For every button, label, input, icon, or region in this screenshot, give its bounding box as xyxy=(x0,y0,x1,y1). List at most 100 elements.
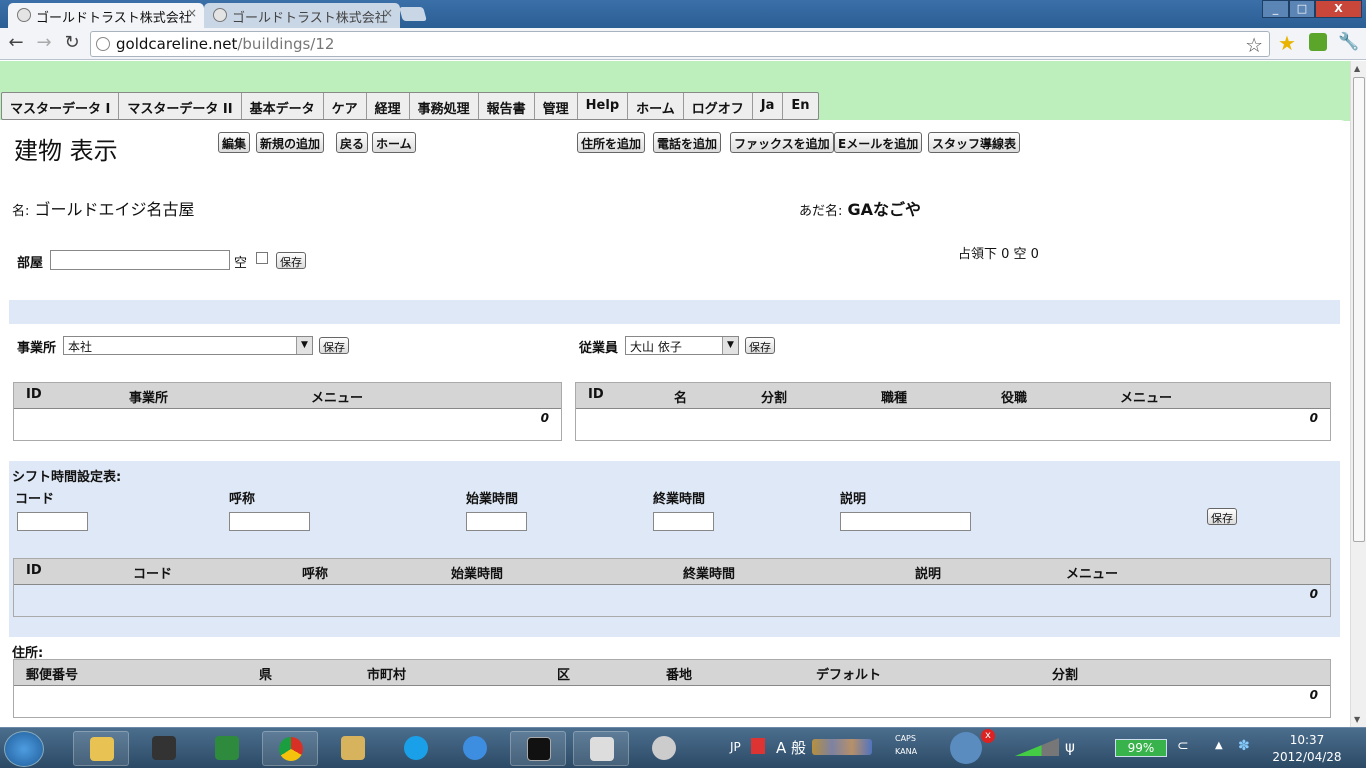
excel-icon xyxy=(215,736,239,760)
favorite-star-icon[interactable]: ★ xyxy=(1278,31,1296,55)
menu-item-admin[interactable]: 管理 xyxy=(535,93,578,119)
add-email-button[interactable]: Eメールを追加 xyxy=(834,132,923,153)
office-save-button[interactable]: 保存 xyxy=(319,337,349,354)
employee-select[interactable]: 大山 依子 ▼ xyxy=(625,336,739,355)
menu-item-master-data-1[interactable]: マスターデータ I xyxy=(2,93,120,119)
shift-save-button[interactable]: 保存 xyxy=(1207,508,1237,525)
ime-icon[interactable] xyxy=(751,738,765,754)
network-app-icon[interactable] xyxy=(950,732,982,764)
menu-item-office-work[interactable]: 事務処理 xyxy=(410,93,479,119)
add-new-button[interactable]: 新規の追加 xyxy=(256,132,325,153)
extension-icon[interactable] xyxy=(1309,33,1327,51)
vertical-scrollbar[interactable]: ▲ ▼ xyxy=(1350,61,1366,727)
row-count: 0 xyxy=(1309,688,1318,702)
menu-item-en[interactable]: En xyxy=(783,93,817,119)
home-button[interactable]: ホーム xyxy=(372,132,416,153)
menu-item-reports[interactable]: 報告書 xyxy=(479,93,535,119)
start-button[interactable] xyxy=(4,731,44,767)
shift-title: シフト時間設定表: xyxy=(12,470,122,485)
taskbar-laptop[interactable] xyxy=(136,731,192,766)
menu-item-accounting[interactable]: 経理 xyxy=(367,93,410,119)
scroll-down-icon[interactable]: ▼ xyxy=(1354,715,1360,724)
column-header: メニュー xyxy=(1066,567,1119,582)
menu-item-basic-data[interactable]: 基本データ xyxy=(242,93,324,119)
employee-select-value: 大山 依子 xyxy=(630,340,682,354)
clock[interactable]: 10:37 2012/04/28 xyxy=(1272,732,1342,766)
column-header: 区 xyxy=(557,668,571,683)
scroll-up-icon[interactable]: ▲ xyxy=(1354,64,1360,73)
room-label: 部屋 xyxy=(17,256,44,271)
plug-icon[interactable]: ⊂ xyxy=(1177,738,1189,754)
add-phone-button[interactable]: 電話を追加 xyxy=(653,132,722,153)
menu-item-care[interactable]: ケア xyxy=(324,93,367,119)
wrench-icon[interactable]: 🔧 xyxy=(1338,32,1359,52)
building-name: 名: ゴールドエイジ名古屋 xyxy=(12,196,195,220)
minimize-button[interactable]: _ xyxy=(1262,0,1289,18)
employee-save-button[interactable]: 保存 xyxy=(745,337,775,354)
tab-title: ゴールドトラスト株式会社 xyxy=(36,11,192,26)
empty-checkbox[interactable] xyxy=(256,252,268,264)
taskbar-cmd[interactable] xyxy=(510,731,566,766)
taskbar-ie[interactable] xyxy=(447,731,503,766)
show-hidden-icons[interactable]: ▲ xyxy=(1215,740,1223,751)
dropbox-icon[interactable]: ✽ xyxy=(1238,738,1250,754)
tab-inactive[interactable]: ゴールドトラスト株式会社 × xyxy=(204,3,400,28)
menu-item-master-data-2[interactable]: マスターデータ II xyxy=(119,93,242,119)
menu-item-logoff[interactable]: ログオフ xyxy=(684,93,753,119)
ime-mode[interactable]: A 般 xyxy=(776,737,806,758)
taskbar-skype[interactable] xyxy=(388,731,444,766)
column-header: コード xyxy=(133,567,173,582)
shift-name-input[interactable] xyxy=(229,512,310,531)
shift-code-input[interactable] xyxy=(17,512,88,531)
shift-start-input[interactable] xyxy=(466,512,527,531)
menu-item-ja[interactable]: Ja xyxy=(753,93,784,119)
ime-toolbar-icons[interactable] xyxy=(812,739,872,755)
taskbar-app[interactable] xyxy=(573,731,629,766)
shift-desc-input[interactable] xyxy=(840,512,971,531)
taskbar-tool[interactable] xyxy=(325,731,381,766)
chevron-down-icon: ▼ xyxy=(296,337,312,354)
browser-toolbar: ← → ↻ goldcareline.net/buildings/12 ☆ ★ … xyxy=(0,28,1366,60)
address-bar[interactable]: goldcareline.net/buildings/12 ☆ xyxy=(90,31,1270,57)
column-header: ID xyxy=(26,563,42,578)
add-address-button[interactable]: 住所を追加 xyxy=(577,132,646,153)
language-indicator[interactable]: JP xyxy=(730,740,741,754)
tab-active[interactable]: ゴールドトラスト株式会社 × xyxy=(8,3,204,28)
signal-icon[interactable] xyxy=(1015,738,1059,756)
column-header: 名 xyxy=(674,391,688,406)
office-label: 事業所 xyxy=(17,341,57,356)
office-select[interactable]: 本社 ▼ xyxy=(63,336,313,355)
column-header: 始業時間 xyxy=(451,567,504,582)
reload-button[interactable]: ↻ xyxy=(61,33,83,55)
row-count: 0 xyxy=(1309,411,1318,425)
forward-button[interactable]: → xyxy=(33,33,55,55)
menu-item-help[interactable]: Help xyxy=(578,93,629,119)
shift-end-input[interactable] xyxy=(653,512,714,531)
edit-button[interactable]: 編集 xyxy=(218,132,251,153)
add-fax-button[interactable]: ファックスを追加 xyxy=(730,132,834,153)
back-button[interactable]: ← xyxy=(5,33,27,55)
bookmark-star-icon[interactable]: ☆ xyxy=(1245,33,1263,57)
back-link-button[interactable]: 戻る xyxy=(336,132,369,153)
document-icon xyxy=(590,737,614,761)
taskbar-chrome[interactable] xyxy=(262,731,318,766)
maximize-button[interactable]: □ xyxy=(1289,0,1315,18)
tab-close-icon[interactable]: × xyxy=(187,6,197,20)
taskbar-excel[interactable] xyxy=(199,731,255,766)
new-tab-button[interactable] xyxy=(399,7,427,21)
room-save-button[interactable]: 保存 xyxy=(276,252,306,269)
column-header: 終業時間 xyxy=(683,567,736,582)
scrollbar-thumb[interactable] xyxy=(1353,77,1365,542)
window-close-button[interactable]: X xyxy=(1315,0,1362,18)
menu-item-home[interactable]: ホーム xyxy=(628,93,684,119)
battery-indicator[interactable]: 99% xyxy=(1115,739,1167,757)
building-name-value: ゴールドエイジ名古屋 xyxy=(34,200,195,219)
antenna-icon[interactable]: ψ xyxy=(1065,738,1075,756)
taskbar-explorer[interactable] xyxy=(73,731,129,766)
tab-close-icon[interactable]: × xyxy=(383,6,393,20)
room-input[interactable] xyxy=(50,250,230,270)
staff-flow-button[interactable]: スタッフ導線表 xyxy=(928,132,1021,153)
taskbar-dvd[interactable] xyxy=(636,731,692,766)
error-badge-icon: x xyxy=(981,729,995,743)
shift-start-label: 始業時間 xyxy=(466,492,519,507)
